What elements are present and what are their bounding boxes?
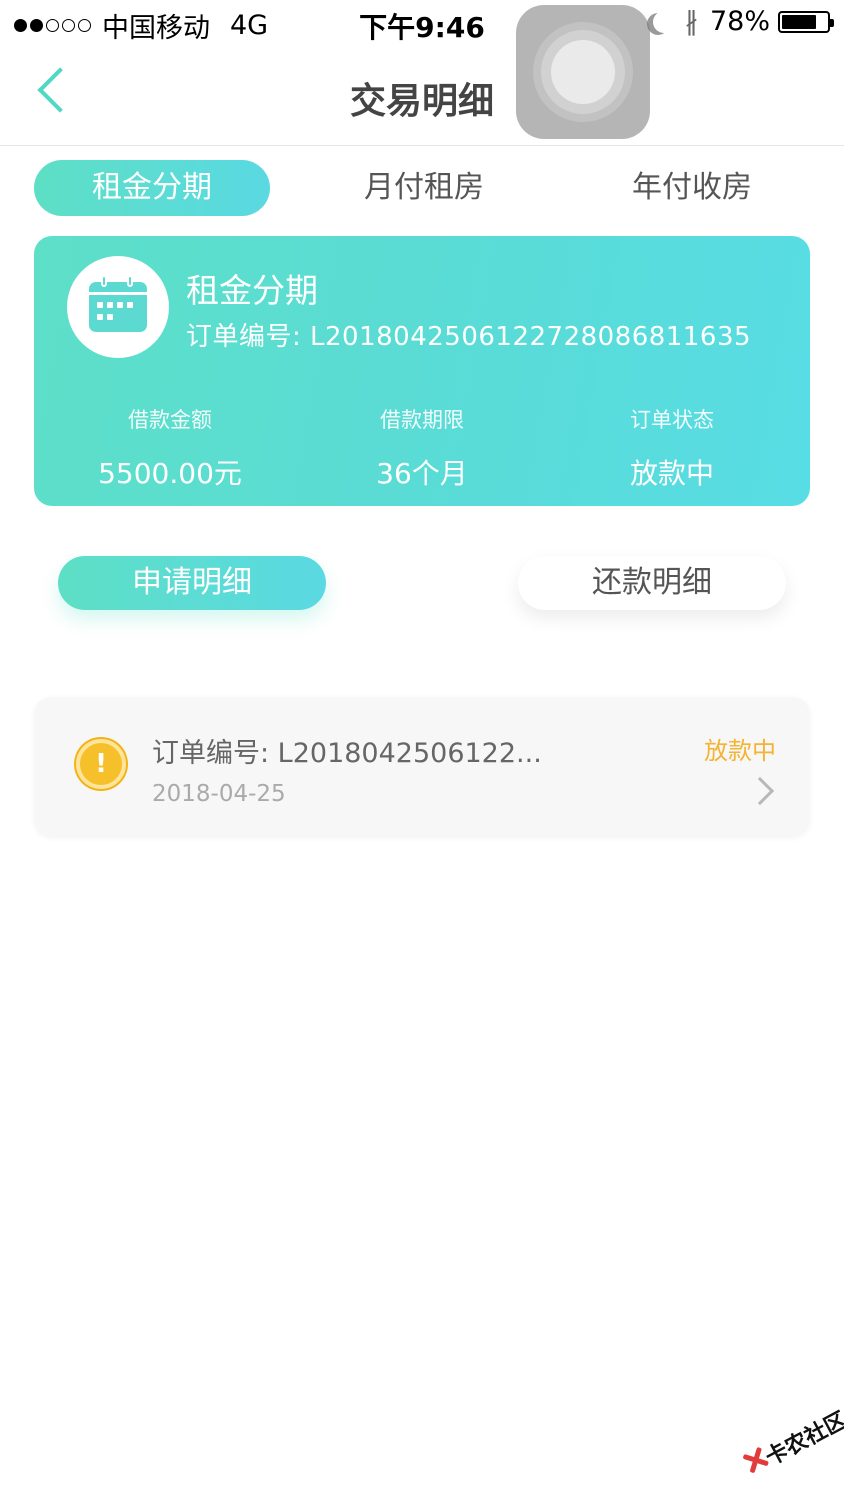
bluetooth-icon: ∦ [684, 6, 698, 37]
do-not-disturb-icon [653, 11, 675, 33]
nav-bar: 交易明细 [0, 48, 844, 146]
tab-monthly-rent[interactable]: 月付租房 [306, 160, 542, 216]
assistive-touch-button[interactable] [516, 5, 650, 139]
tab-annual-collection[interactable]: 年付收房 [574, 160, 810, 216]
battery-percent: 78% [709, 6, 770, 37]
stat-label: 订单状态 [630, 408, 714, 432]
card-order-number: 订单编号: L20180425061227280868116​35 [186, 322, 752, 352]
record-date: 2018-04-25 [152, 781, 286, 807]
stat-loan-amount: 借款金额 5500.00元 [50, 404, 290, 492]
page-title: 交易明细 [349, 81, 494, 122]
record-status: 放款中 [704, 737, 776, 765]
watermark-logo: 卡农社区 [728, 1390, 844, 1495]
loan-summary-card: 租金分期 订单编号: L20180425061227280868116​35 借… [34, 236, 810, 506]
status-right: ∦ 78% [647, 6, 834, 37]
calendar-icon [89, 275, 147, 332]
watermark-text: 卡农社区 [761, 1407, 844, 1472]
tab-apply-details[interactable]: 申请明细 [58, 556, 326, 610]
chevron-right-icon [745, 776, 775, 806]
stat-label: 借款期限 [380, 408, 464, 432]
card-icon-badge [67, 256, 169, 358]
stat-value: 放款中 [629, 457, 714, 490]
tab-repayment-details[interactable]: 还款明细 [518, 556, 786, 610]
warning-icon: ! [76, 739, 126, 789]
stat-loan-term: 借款期限 36个月 [302, 404, 542, 492]
record-order-number: 订单编号: L2018042506122... [152, 738, 542, 769]
card-title: 租金分期 [186, 271, 318, 310]
stat-order-status: 订单状态 放款中 [552, 404, 792, 492]
stat-label: 借款金额 [128, 408, 212, 432]
product-tabs: 租金分期 月付租房 年付收房 [34, 160, 810, 216]
battery-icon [778, 10, 834, 33]
stat-value: 5500.00元 [98, 457, 242, 490]
list-item[interactable]: ! 订单编号: L2018042506122... 2018-04-25 放款中 [34, 697, 810, 837]
tab-rent-installment[interactable]: 租金分期 [34, 160, 270, 216]
stat-value: 36个月 [376, 457, 468, 490]
status-bar: 中国移动 4G 下午9:46 ∦ 78% [0, 0, 844, 48]
